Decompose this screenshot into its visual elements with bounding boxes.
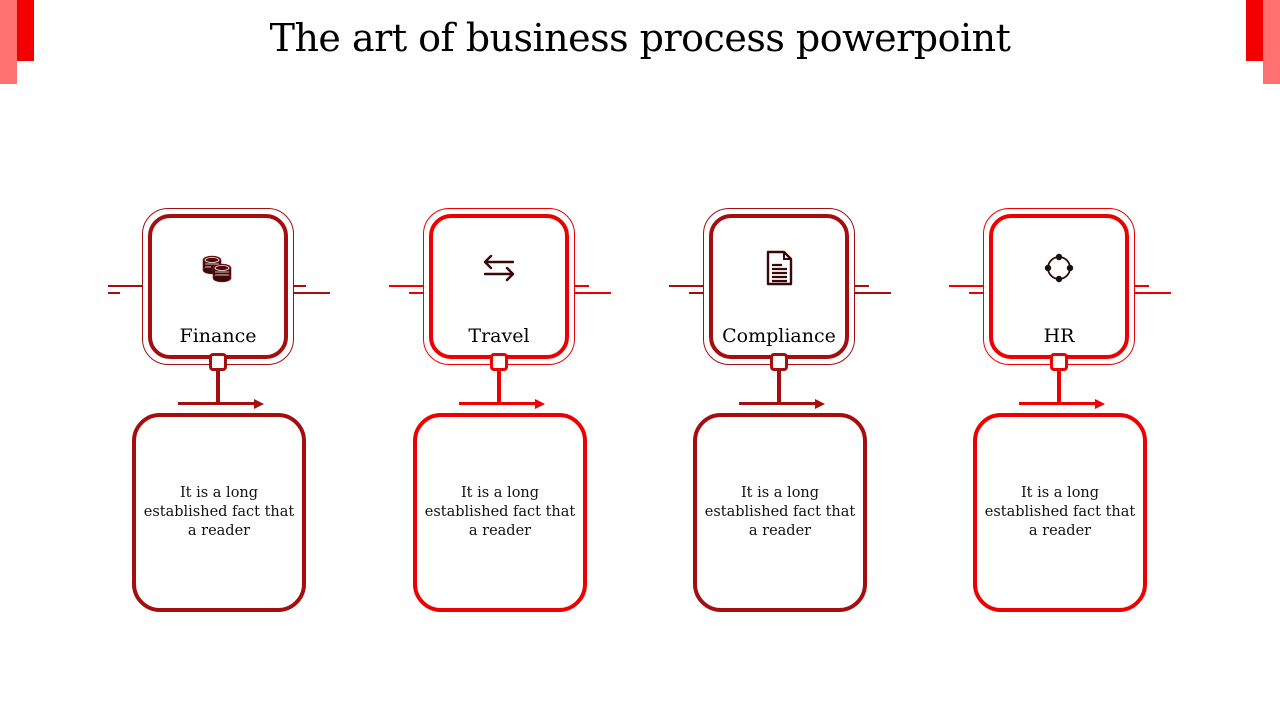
process-step-finance: Finance It is a long established fact th… — [108, 200, 388, 620]
coins-icon — [202, 255, 232, 283]
header-box: Finance — [148, 214, 288, 359]
header-box: Compliance — [709, 214, 849, 359]
process-step-travel: Travel It is a long established fact tha… — [389, 200, 669, 620]
connector-line — [949, 285, 983, 287]
arrow-right-icon — [1095, 399, 1105, 409]
connector-line — [409, 292, 423, 294]
connector-line — [855, 292, 891, 294]
step-description: It is a long established fact that a rea… — [424, 485, 576, 539]
description-card: It is a long established fact that a rea… — [413, 413, 587, 612]
arrow-line — [739, 402, 815, 405]
description-card: It is a long established fact that a rea… — [973, 413, 1147, 612]
arrow-line — [459, 402, 535, 405]
connector-line — [969, 292, 983, 294]
connector-line — [389, 285, 423, 287]
connector-node — [209, 353, 227, 371]
header-box: HR — [989, 214, 1129, 359]
connector-line — [294, 292, 330, 294]
arrow-line — [178, 402, 254, 405]
connector-node — [490, 353, 508, 371]
connector-stem — [216, 370, 220, 404]
connector-line — [689, 292, 703, 294]
connector-stem — [497, 370, 501, 404]
connector-line — [855, 285, 869, 287]
arrow-right-icon — [535, 399, 545, 409]
description-card: It is a long established fact that a rea… — [132, 413, 306, 612]
network-circle-icon — [1044, 253, 1074, 283]
step-description: It is a long established fact that a rea… — [984, 485, 1136, 539]
process-step-hr: HR It is a long established fact that a … — [949, 200, 1229, 620]
description-card: It is a long established fact that a rea… — [693, 413, 867, 612]
exchange-arrows-icon — [483, 254, 515, 282]
connector-line — [108, 292, 120, 294]
arrow-line — [1019, 402, 1095, 405]
arrow-right-icon — [254, 399, 264, 409]
connector-line — [575, 292, 611, 294]
connector-stem — [777, 370, 781, 404]
connector-stem — [1057, 370, 1061, 404]
connector-line — [1135, 285, 1149, 287]
step-label: Travel — [468, 325, 530, 347]
header-box: Travel — [429, 214, 569, 359]
step-label: HR — [1043, 325, 1075, 347]
step-label: Finance — [179, 325, 257, 347]
connector-line — [575, 285, 589, 287]
connector-line — [1135, 292, 1171, 294]
connector-line — [669, 285, 703, 287]
process-step-compliance: Compliance It is a long established fact… — [669, 200, 949, 620]
document-icon — [766, 250, 793, 286]
step-description: It is a long established fact that a rea… — [704, 485, 856, 539]
connector-node — [770, 353, 788, 371]
step-label: Compliance — [722, 325, 836, 347]
arrow-right-icon — [815, 399, 825, 409]
connector-line — [294, 285, 306, 287]
connector-node — [1050, 353, 1068, 371]
connector-line — [108, 285, 142, 287]
step-description: It is a long established fact that a rea… — [143, 485, 295, 539]
slide-title: The art of business process powerpoint — [269, 16, 1011, 60]
